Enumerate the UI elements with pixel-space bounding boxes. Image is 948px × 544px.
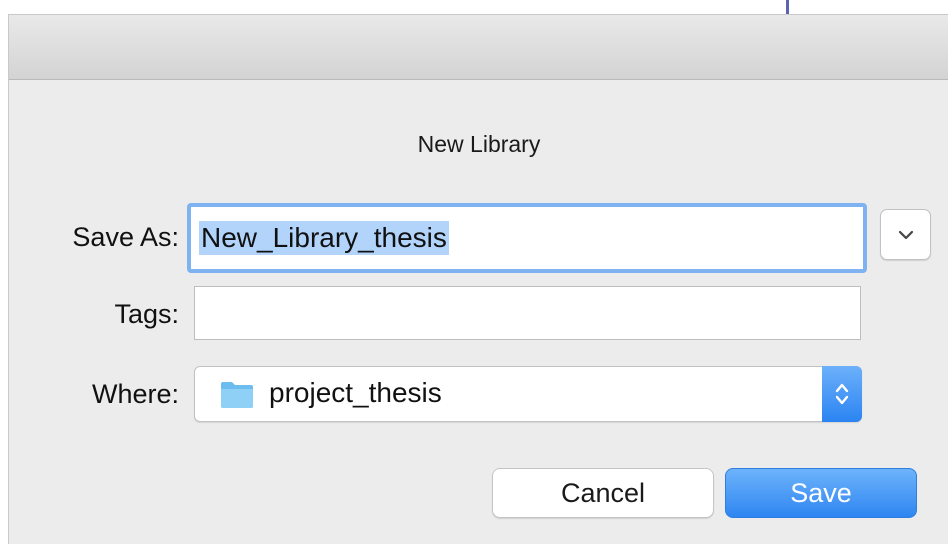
- expand-dialog-button[interactable]: [880, 209, 931, 260]
- save-dialog: New Library Save As: New_Library_thesis …: [8, 14, 948, 544]
- chevron-down-icon: [898, 230, 913, 239]
- screen: New Library Save As: New_Library_thesis …: [0, 0, 948, 544]
- dialog-title: New Library: [417, 131, 541, 157]
- where-popup-button[interactable]: project_thesis: [194, 366, 862, 422]
- where-label: Where:: [91, 379, 179, 409]
- save-as-label: Save As:: [72, 222, 179, 252]
- cancel-button[interactable]: Cancel: [492, 468, 714, 518]
- folder-icon: [221, 382, 253, 408]
- save-as-input[interactable]: New_Library_thesis: [187, 203, 867, 273]
- save-as-value: New_Library_thesis: [199, 221, 449, 255]
- save-button[interactable]: Save: [725, 468, 917, 518]
- where-stepper[interactable]: [822, 366, 862, 422]
- up-down-arrows-icon: [835, 383, 849, 405]
- tags-input[interactable]: [194, 286, 861, 340]
- where-value: project_thesis: [269, 377, 442, 408]
- tags-label: Tags:: [114, 299, 179, 329]
- dialog-titlebar[interactable]: [9, 15, 948, 80]
